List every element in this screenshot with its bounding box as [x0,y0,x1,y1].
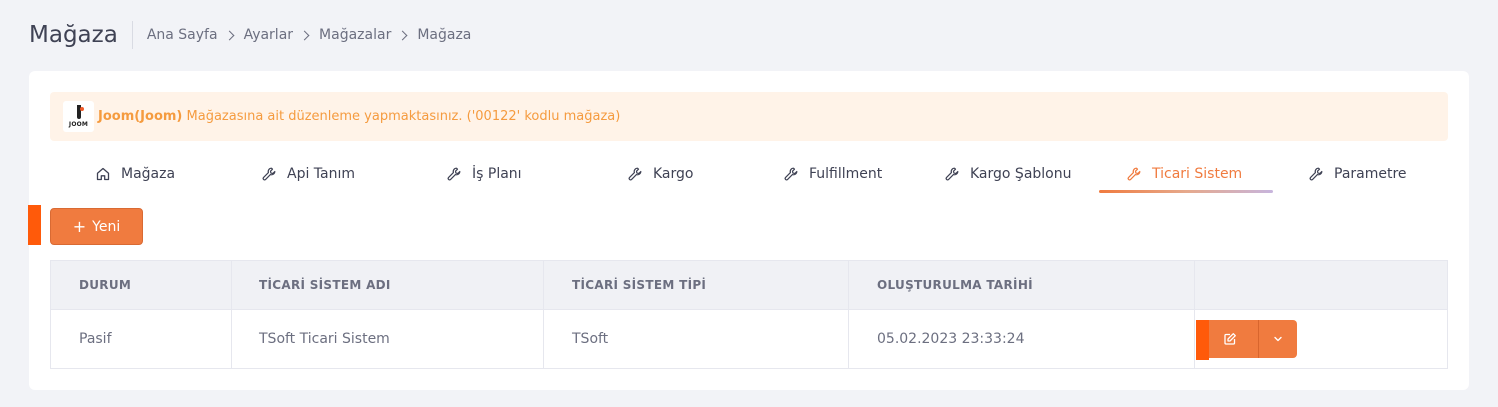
home-icon [95,166,111,182]
chevron-down-icon [1274,336,1282,342]
highlight-marker [1196,320,1209,360]
cell-durum: Pasif [79,331,112,347]
tab-label: Mağaza [121,166,176,182]
cell-system-name: TSoft Ticari Sistem [259,331,390,347]
chevron-right-icon [224,30,235,40]
dropdown-toggle-button[interactable] [1259,320,1297,358]
wrench-icon [1308,166,1324,182]
tab-label: Api Tanım [287,166,356,182]
column-header-system-type: TİCARİ SİSTEM TİPİ [572,278,707,292]
alert-message-text: Mağazasına ait düzenleme yapmaktasınız. … [182,109,621,124]
new-button[interactable]: + Yeni [50,208,143,245]
edit-icon [1224,333,1236,345]
tab-fulfillment[interactable]: Fulfillment [783,155,882,193]
cell-system-type: TSoft [572,331,609,347]
wrench-icon [261,166,277,182]
page-title: Mağaza [29,22,118,48]
tab-parametre[interactable]: Parametre [1308,155,1407,193]
tab-api-tanim[interactable]: Api Tanım [261,155,355,193]
tab-kargo[interactable]: Kargo [627,155,693,193]
tab-label: Kargo Şablonu [970,166,1072,182]
tab-magaza[interactable]: Mağaza [95,155,175,193]
store-tabs: Mağaza Api Tanım İş Planı Kargo Fulfillm… [50,155,1448,195]
store-alert: JOOM Joom(Joom) Mağazasına ait düzenleme… [50,92,1448,141]
breadcrumb-store: Mağaza [417,27,472,43]
wrench-icon [446,166,462,182]
breadcrumb-stores[interactable]: Mağazalar [319,27,391,43]
tab-is-plani[interactable]: İş Planı [446,155,522,193]
plus-icon: + [72,217,87,236]
active-tab-indicator [1099,190,1273,193]
chevron-right-icon [397,30,408,40]
breadcrumb-home[interactable]: Ana Sayfa [147,27,218,43]
wrench-icon [1126,166,1142,182]
header-divider [131,21,133,49]
joom-logo: JOOM [63,101,94,132]
chevron-right-icon [299,30,310,40]
edit-button[interactable] [1202,320,1259,358]
tab-label: Kargo [653,166,694,182]
wrench-icon [783,166,799,182]
alert-message: Joom(Joom) Mağazasına ait düzenleme yapm… [98,109,620,124]
tab-label: İş Planı [472,166,522,182]
subheader: Mağaza Ana Sayfa Ayarlar Mağazalar Mağaz… [0,0,1498,70]
wrench-icon [944,166,960,182]
tab-label: Fulfillment [809,166,883,182]
tab-label: Parametre [1334,166,1407,182]
breadcrumb: Ana Sayfa Ayarlar Mağazalar Mağaza [147,27,472,43]
tab-label: Ticari Sistem [1152,166,1243,182]
column-header-system-name: TİCARİ SİSTEM ADI [259,278,391,292]
tab-ticari-sistem[interactable]: Ticari Sistem [1126,155,1242,193]
cell-created-date: 05.02.2023 23:33:24 [877,331,1025,347]
new-button-label: Yeni [92,218,121,235]
alert-store-name: Joom(Joom) [98,109,183,124]
tab-kargo-sablonu[interactable]: Kargo Şablonu [944,155,1071,193]
breadcrumb-settings[interactable]: Ayarlar [244,27,293,43]
highlight-marker [28,205,41,245]
row-action-buttons [1202,320,1297,358]
column-header-created-date: OLUŞTURULMA TARİHİ [877,278,1033,292]
column-header-durum: DURUM [79,278,132,292]
main-card: JOOM Joom(Joom) Mağazasına ait düzenleme… [29,71,1469,390]
wrench-icon [627,166,643,182]
joom-logo-text: JOOM [68,121,89,128]
